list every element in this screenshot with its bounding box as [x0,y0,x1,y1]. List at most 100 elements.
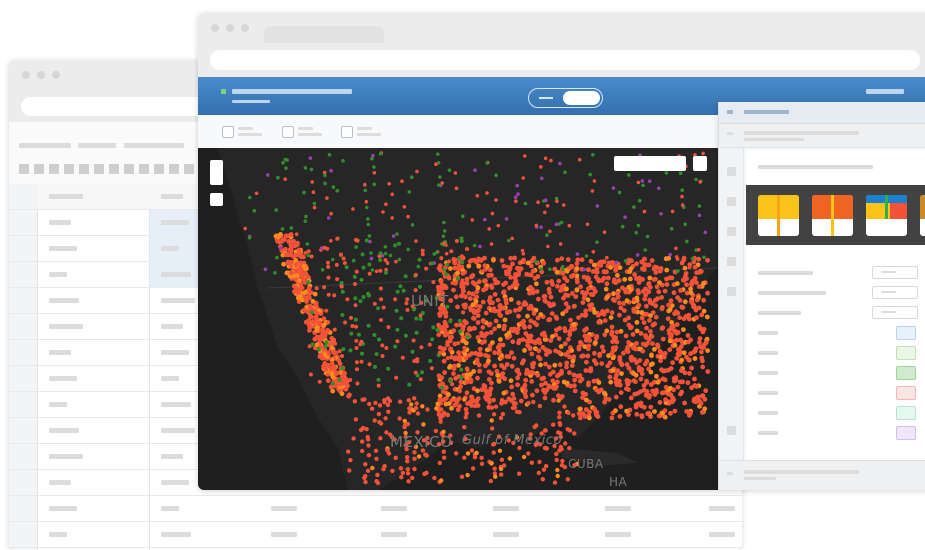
palette-swatch-partial[interactable] [920,195,925,236]
rail-icon[interactable] [727,197,736,206]
map-data-point [648,362,654,368]
window-maximize-dot-icon[interactable] [52,71,60,79]
rail-icon[interactable] [727,227,736,236]
legend-color-box[interactable] [896,346,916,360]
map-data-point [623,333,629,339]
map-data-point [462,319,467,324]
panel-section-header [719,124,925,148]
setting-field[interactable] [872,306,918,319]
setting-field[interactable] [872,286,918,299]
table-address-bar[interactable] [21,97,221,116]
legend-color-box[interactable] [896,366,916,380]
map-search-box[interactable] [614,156,686,171]
legend-color-box[interactable] [896,426,916,440]
map-data-point [503,280,509,286]
map-data-point [510,236,514,241]
table-cell-placeholder [161,428,195,433]
rail-icon[interactable] [727,287,736,296]
layer-checkbox[interactable] [282,126,294,138]
view-toggle-option-on[interactable] [563,91,600,105]
map-data-point [579,257,585,263]
legend-color-box[interactable] [896,406,916,420]
map-data-point [360,351,364,356]
table-cell-placeholder [161,402,191,407]
rail-icon[interactable] [727,167,736,176]
map-data-point [340,313,345,317]
map-data-point [572,303,577,309]
map-data-point [541,330,547,336]
map-data-point [634,411,640,417]
map-data-point [497,448,503,453]
panel-tab-icon[interactable] [727,110,733,114]
map-data-point [385,402,391,408]
map-data-point [639,315,645,321]
map-data-point [447,259,451,264]
panel-tab-label[interactable] [744,110,789,114]
map-address-bar[interactable] [210,50,920,70]
browser-tab[interactable] [264,26,384,43]
map-data-point [490,426,495,431]
map-data-point [438,175,442,179]
map-data-point [700,364,706,370]
map-data-point [560,458,565,464]
map-data-point [669,320,674,325]
window-close-dot-icon[interactable] [22,71,30,79]
palette-swatch-orange[interactable] [812,195,853,236]
palette-swatch-yellow[interactable] [758,195,799,236]
map-data-point [644,303,649,309]
map-data-point [459,293,464,299]
table-cell-placeholder [161,350,189,355]
zoom-out-button[interactable] [210,193,223,206]
map-data-point [324,340,329,345]
map-data-point [495,373,501,378]
map-data-point [555,199,559,204]
rail-icon[interactable] [727,257,736,266]
zoom-in-button[interactable] [210,160,223,185]
window-maximize-dot-icon[interactable] [241,24,249,32]
map-data-point [366,217,370,221]
map-data-point [417,257,422,262]
map-options-button[interactable] [693,156,707,171]
palette-swatch-blue[interactable] [866,195,907,236]
map-data-point [399,316,404,321]
map-data-point [310,180,314,184]
map-data-point [660,325,666,331]
map-data-point [553,314,559,320]
view-toggle[interactable] [528,88,603,108]
rail-icon[interactable] [727,426,736,435]
header-action-placeholder[interactable] [866,89,904,94]
view-toggle-option-off[interactable] [539,97,553,99]
map-data-point [354,324,358,329]
window-minimize-dot-icon[interactable] [226,24,234,32]
map-data-point [377,420,382,425]
map-data-point [501,289,507,295]
legend-color-box[interactable] [896,326,916,340]
map-data-point [451,371,456,376]
legend-color-box[interactable] [896,386,916,400]
map-data-point [378,436,383,441]
map-data-point [458,329,463,334]
map-data-point [666,308,672,314]
map-data-point [492,292,498,297]
map-data-point [520,337,526,342]
layer-checkbox[interactable] [341,126,353,138]
window-minimize-dot-icon[interactable] [37,71,45,79]
layer-checkbox[interactable] [222,126,234,138]
map-data-point [351,207,355,211]
map-canvas[interactable]: UNIT MEXICO Gulf of Mexico CUBA HA [198,148,718,490]
map-data-point [502,317,508,323]
map-data-point [372,301,377,306]
setting-field[interactable] [872,266,918,279]
map-data-point [667,347,673,353]
map-data-point [594,333,600,339]
window-close-dot-icon[interactable] [211,24,219,32]
map-data-point [655,342,660,348]
app-subtitle-placeholder [232,100,270,103]
map-data-point [632,272,637,277]
map-svg [218,148,718,490]
map-data-point [490,340,495,345]
map-data-point [420,252,425,257]
map-data-point [562,203,566,207]
map-data-point [637,198,642,203]
table-cell-placeholder [49,350,71,355]
